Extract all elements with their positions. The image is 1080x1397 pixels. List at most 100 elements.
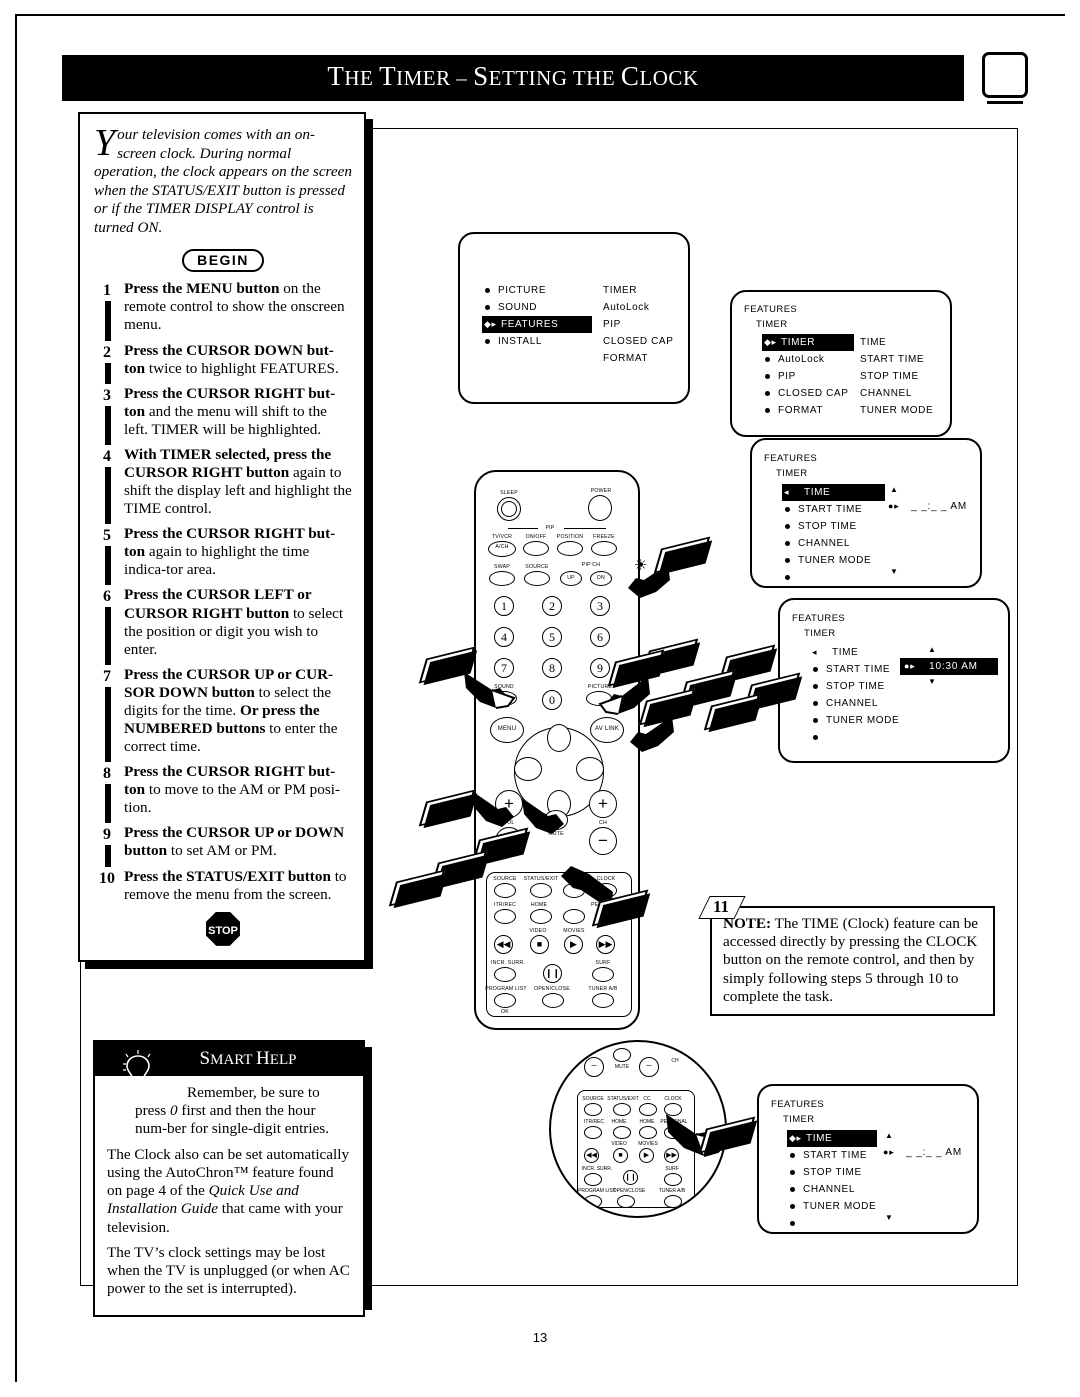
itr-rec-button[interactable] [494,909,516,924]
menu-subitem[interactable]: CLOSED CAP [603,333,673,350]
menu-subitem[interactable]: TUNER MODE [860,402,933,419]
scroll-up-arrow-icon[interactable]: ▲ [928,646,936,654]
time-value-field[interactable]: ●▸ _ _:_ _ AM [879,1144,962,1161]
cursor-right-button[interactable] [576,757,604,781]
mag-pause-button[interactable]: ❙❙ [623,1170,638,1185]
power-button[interactable] [588,495,612,521]
scroll-down-arrow-icon[interactable]: ▼ [890,568,898,576]
key-6[interactable]: 6 [590,627,610,647]
menu-item[interactable]: STOP TIME [787,1164,877,1181]
menu-subitem[interactable]: CHANNEL [860,385,933,402]
stop-button[interactable]: ■ [530,935,549,954]
hand-pointer-mute [522,798,564,834]
key-2[interactable]: 2 [542,596,562,616]
mag-home-button[interactable] [613,1126,631,1139]
tuner-ab-button[interactable] [592,993,614,1008]
menu-item[interactable]: TUNER MODE [787,1198,877,1215]
menu-item-selected[interactable]: ◆▸ TIME [787,1130,877,1147]
scroll-up-arrow-icon[interactable]: ▲ [890,486,898,494]
menu-item[interactable]: PIP [762,368,854,385]
mag-status-exit-button[interactable] [613,1103,631,1116]
mag-mute-button[interactable] [613,1048,631,1062]
play-button[interactable]: ▶ [564,935,583,954]
pip-source-button[interactable] [524,571,550,586]
menu-item-selected[interactable]: ◂ TIME [782,484,885,501]
channel-up-button[interactable]: + [589,790,617,818]
mag-open-close-button[interactable] [617,1195,635,1208]
menu-item[interactable]: FORMAT [762,402,854,419]
menu-subitem[interactable]: PIP [603,316,673,333]
channel-down-button[interactable]: − [589,827,617,855]
menu-item[interactable]: SOUND [482,299,592,316]
pip-position-button[interactable] [557,541,583,556]
scroll-up-arrow-icon[interactable]: ▲ [885,1132,893,1140]
key-3[interactable]: 3 [590,596,610,616]
step-number-badge: 6 [90,587,124,606]
scroll-down-arrow-icon[interactable]: ▼ [928,678,936,686]
menu-item[interactable]: PICTURE [482,282,592,299]
menu-subitem[interactable]: START TIME [860,351,933,368]
menu-item[interactable]: CHANNEL [787,1181,877,1198]
menu-subitem[interactable]: FORMAT [603,350,673,367]
tuner-ab-label: TUNER A/B [588,986,618,992]
cursor-up-button[interactable] [547,724,571,752]
mag-cc-button[interactable] [639,1103,657,1116]
menu-item[interactable]: CHANNEL [782,535,885,552]
menu-breadcrumb-level1: FEATURES [771,1099,825,1110]
open-close-button[interactable] [542,993,564,1008]
menu-subitem[interactable]: TIMER [603,282,673,299]
menu-item[interactable]: START TIME [810,661,913,678]
key-5[interactable]: 5 [542,627,562,647]
menu-item[interactable]: TUNER MODE [782,552,885,569]
menu-item[interactable]: INSTALL [482,333,592,350]
menu-item-more[interactable] [810,729,913,746]
mag-incr-surr-button[interactable] [584,1173,602,1186]
mag-channel-down-button[interactable]: − [639,1057,659,1077]
freeze-button[interactable] [591,541,617,556]
menu-item-label: CHANNEL [798,538,850,549]
mag-stop-button[interactable]: ■ [613,1148,628,1163]
mag-tuner-ab-button[interactable] [664,1195,682,1208]
fastforward-button[interactable]: ▶▶ [596,935,615,954]
mag-home-button-2[interactable] [639,1126,657,1139]
time-value-field[interactable]: ●▸ _ _:_ _ AM [884,498,967,515]
mag-program-list-button[interactable] [584,1195,602,1208]
mag-itr-rec-button[interactable] [584,1126,602,1139]
rewind-button[interactable]: ◀◀ [494,935,513,954]
menu-item[interactable]: STOP TIME [810,678,913,695]
menu-item[interactable]: ◂ TIME [810,644,913,661]
menu-item[interactable]: CHANNEL [810,695,913,712]
menu-item[interactable]: CLOSED CAP [762,385,854,402]
time-value-field-selected[interactable]: ●▸ 10:30 AM [900,658,998,675]
key-8[interactable]: 8 [542,658,562,678]
menu-item-more[interactable] [782,569,885,586]
mag-source-button[interactable] [584,1103,602,1116]
program-list-button[interactable] [494,993,516,1008]
menu-subitem[interactable]: AutoLock [603,299,673,316]
pause-button[interactable]: ❙❙ [543,964,562,983]
key-1[interactable]: 1 [494,596,514,616]
mag-rewind-button[interactable]: ◀◀ [584,1148,599,1163]
surf-button[interactable] [592,967,614,982]
source-button[interactable] [494,883,516,898]
menu-item-more[interactable] [787,1215,877,1232]
pip-onoff-button[interactable] [523,541,549,556]
swap-button[interactable] [489,571,515,586]
menu-subitem[interactable]: TIME [860,334,933,351]
menu-item[interactable]: AutoLock [762,351,854,368]
menu-subitem[interactable]: STOP TIME [860,368,933,385]
menu-item[interactable]: START TIME [782,501,885,518]
mag-play-button[interactable]: ▶ [639,1148,654,1163]
scroll-down-arrow-icon[interactable]: ▼ [885,1214,893,1222]
menu-item[interactable]: STOP TIME [782,518,885,535]
menu-item[interactable]: START TIME [787,1147,877,1164]
key-4[interactable]: 4 [494,627,514,647]
key-0[interactable]: 0 [542,690,562,710]
mag-surf-button[interactable] [664,1173,682,1186]
mag-volume-down-button[interactable]: − [584,1057,604,1077]
menu-item[interactable]: TUNER MODE [810,712,913,729]
incr-surr-button[interactable] [494,967,516,982]
cursor-left-button[interactable] [514,757,542,781]
menu-item-selected[interactable]: ◆▸ FEATURES [482,316,592,333]
menu-item-selected[interactable]: ◆▸ TIMER [762,334,854,351]
